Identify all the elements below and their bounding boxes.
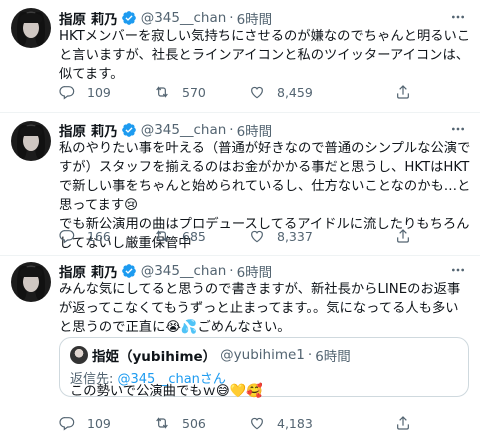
- separator: ·: [229, 122, 234, 138]
- share-icon: [395, 84, 411, 100]
- like-icon: [249, 84, 265, 100]
- avatar[interactable]: [11, 262, 51, 302]
- retweet-icon: [154, 84, 170, 100]
- user-handle[interactable]: @345__chan: [141, 263, 227, 279]
- tweet-header: 指原 莉乃 @345__chan · 6時間: [59, 261, 273, 281]
- reply-count: 166: [87, 228, 111, 244]
- more-icon[interactable]: [448, 262, 468, 278]
- separator: ·: [229, 263, 234, 279]
- timestamp[interactable]: 6時間: [237, 8, 273, 28]
- quoted-tweet[interactable]: 指姫（yubihime） @yubihime1 · 6時間 返信先: @345_…: [59, 337, 469, 399]
- tweet-header: 指原 莉乃 @345__chan · 6時間: [59, 120, 273, 140]
- reply-button[interactable]: 109: [59, 414, 111, 432]
- reply-icon: [59, 228, 75, 244]
- like-count: 8,337: [277, 228, 313, 244]
- retweet-button[interactable]: 506: [154, 414, 206, 432]
- timestamp[interactable]: 6時間: [237, 120, 273, 140]
- tweet-actions: 109 506 4,183: [59, 414, 459, 432]
- separator: ·: [307, 347, 313, 363]
- share-button[interactable]: [395, 414, 423, 432]
- display-name[interactable]: 指原 莉乃: [59, 8, 118, 28]
- share-icon: [395, 415, 411, 431]
- quoted-text: この勢いで公演曲でもｗ😅💛🥰: [70, 384, 263, 399]
- avatar[interactable]: [11, 8, 51, 48]
- share-icon: [395, 228, 411, 244]
- share-button[interactable]: [395, 83, 423, 101]
- tweet-text: みんな気にしてると思うので書きますが、新社長からLINEのお返事が返ってこなくて…: [59, 282, 461, 335]
- more-icon[interactable]: [448, 121, 468, 137]
- tweet-text: HKTメンバーを寂しい気持ちにさせるのが嫌なのでちゃんと明るいこと言いますが、社…: [59, 29, 471, 82]
- retweet-count: 570: [182, 84, 206, 100]
- quoted-timestamp: 6時間: [315, 349, 351, 365]
- quoted-user-handle: @yubihime1: [220, 347, 305, 363]
- like-button[interactable]: 8,337: [249, 227, 313, 245]
- like-icon: [249, 415, 265, 431]
- tweet-actions: 109 570 8,459: [59, 83, 459, 101]
- tweet[interactable]: 指原 莉乃 @345__chan · 6時間 みんな気にしてると思うので書きます…: [0, 255, 480, 433]
- timestamp[interactable]: 6時間: [237, 261, 273, 281]
- verified-badge-icon: [121, 122, 137, 138]
- tweet[interactable]: 指原 莉乃 @345__chan · 6時間 私のやりたい事を叶える（普通が好き…: [0, 112, 480, 255]
- like-button[interactable]: 4,183: [249, 414, 313, 432]
- quoted-display-name: 指姫（yubihime）: [92, 349, 217, 365]
- display-name[interactable]: 指原 莉乃: [59, 261, 118, 281]
- tweet[interactable]: 指原 莉乃 @345__chan · 6時間 HKTメンバーを寂しい気持ちにさせ…: [0, 0, 480, 112]
- verified-badge-icon: [121, 263, 137, 279]
- retweet-count: 685: [182, 228, 206, 244]
- retweet-icon: [154, 415, 170, 431]
- tweet-actions: 166 685 8,337: [59, 227, 459, 245]
- quoted-header: 指姫（yubihime） @yubihime1 · 6時間: [92, 346, 351, 365]
- user-handle[interactable]: @345__chan: [141, 122, 227, 138]
- reply-count: 109: [87, 415, 111, 431]
- separator: ·: [229, 10, 234, 26]
- share-button[interactable]: [395, 227, 423, 245]
- reply-icon: [59, 84, 75, 100]
- retweet-button[interactable]: 570: [154, 83, 206, 101]
- display-name[interactable]: 指原 莉乃: [59, 120, 118, 140]
- retweet-icon: [154, 228, 170, 244]
- reply-count: 109: [87, 84, 111, 100]
- tweet-header: 指原 莉乃 @345__chan · 6時間: [59, 8, 273, 28]
- reply-button[interactable]: 109: [59, 83, 111, 101]
- like-icon: [249, 228, 265, 244]
- avatar[interactable]: [11, 121, 51, 161]
- like-count: 4,183: [277, 415, 313, 431]
- reply-icon: [59, 415, 75, 431]
- verified-badge-icon: [121, 10, 137, 26]
- retweet-button[interactable]: 685: [154, 227, 206, 245]
- reply-button[interactable]: 166: [59, 227, 111, 245]
- like-button[interactable]: 8,459: [249, 83, 313, 101]
- user-handle[interactable]: @345__chan: [141, 10, 227, 26]
- retweet-count: 506: [182, 415, 206, 431]
- like-count: 8,459: [277, 84, 313, 100]
- more-icon[interactable]: [448, 9, 468, 25]
- quoted-avatar: [70, 346, 88, 364]
